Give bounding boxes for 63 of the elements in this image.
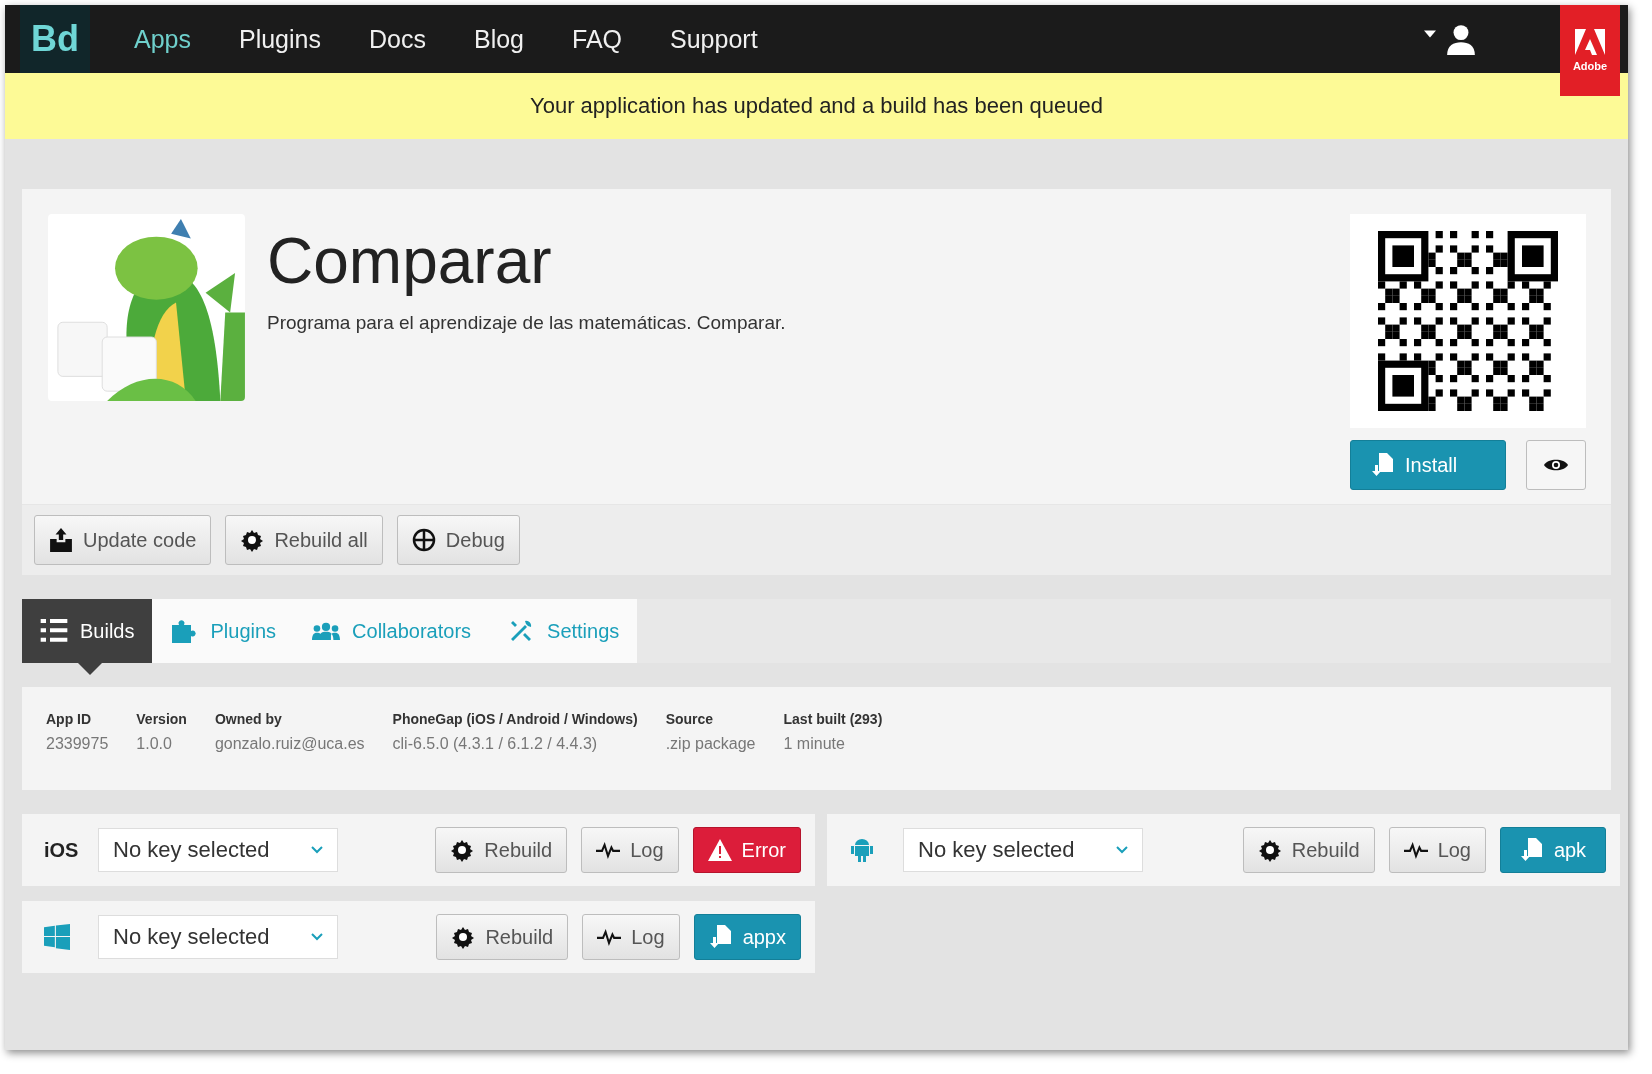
key-select[interactable]: No key selected <box>903 828 1143 872</box>
chevron-icon <box>311 933 323 941</box>
nav-link[interactable]: FAQ <box>548 24 646 54</box>
warning-icon <box>707 838 732 862</box>
info-label: Owned by <box>214 711 283 727</box>
caret-icon[interactable] <box>1424 30 1436 38</box>
file-download-icon <box>1371 453 1395 477</box>
status-button[interactable]: Error <box>692 827 801 873</box>
info-label: Source <box>665 711 715 727</box>
brand-icon <box>1574 29 1606 57</box>
key-select[interactable]: No key selected <box>98 915 338 959</box>
nav-link[interactable]: Docs <box>345 24 450 54</box>
platform-label: iOS <box>44 838 80 862</box>
android-icon <box>849 837 875 863</box>
brand-name: Adobe <box>1572 60 1608 72</box>
crosshair-icon <box>411 528 436 552</box>
info-value: 2339975 <box>46 735 109 753</box>
log-button[interactable]: Log <box>581 827 679 873</box>
gear-icon <box>451 925 476 949</box>
rebuild-button[interactable]: Rebuild <box>436 914 569 960</box>
banner-text: Your application has updated and a build has been queued <box>530 93 1103 119</box>
rebuild-button[interactable]: Rebuild <box>435 827 568 873</box>
nav-link[interactable]: Support <box>646 24 782 54</box>
gear-icon <box>1257 838 1282 862</box>
preview-button[interactable] <box>1526 440 1586 490</box>
puzzle-icon <box>170 619 199 643</box>
info-label: App ID <box>46 711 93 727</box>
rebuild-button[interactable]: Rebuild <box>1242 827 1375 873</box>
install-button[interactable]: Install <box>1350 440 1506 490</box>
app-description: Programa para el aprendizaje de las matemáticas. Comparar. <box>267 312 787 334</box>
chevron-icon <box>311 846 323 854</box>
list-icon <box>40 619 68 643</box>
windows-icon <box>44 924 70 950</box>
gear-icon <box>450 838 475 862</box>
status-button[interactable]: appx <box>693 914 801 960</box>
nav-link[interactable]: Plugins <box>215 24 345 54</box>
info-value: 1.0.0 <box>136 735 173 753</box>
info-value: 1 minute <box>783 735 846 753</box>
info-label: PhoneGap (iOS / Android / Windows) <box>392 711 638 727</box>
info-value: cli-6.5.0 (4.3.1 / 6.1.2 / 4.4.3) <box>392 735 599 753</box>
log-button[interactable]: Log <box>1388 827 1486 873</box>
action-button[interactable]: Update code <box>34 515 212 565</box>
adobe-badge[interactable]: Adobe <box>1560 5 1620 96</box>
user-icon[interactable] <box>1444 23 1478 55</box>
info-value: gonzalo.ruiz@uca.es <box>214 735 365 753</box>
info-label: Last built (293) <box>783 711 883 727</box>
file-download-icon <box>1519 838 1544 862</box>
info-value: .zip package <box>665 735 756 753</box>
upload-icon <box>49 528 73 552</box>
app-title: Comparar <box>267 224 553 298</box>
gear-icon <box>240 528 265 552</box>
action-button[interactable]: Rebuild all <box>225 515 383 565</box>
action-button[interactable]: Debug <box>396 515 520 565</box>
tab-pointer <box>78 663 102 675</box>
key-select[interactable]: No key selected <box>98 828 338 872</box>
status-button[interactable]: apk <box>1500 827 1606 873</box>
log-button[interactable]: Log <box>582 914 680 960</box>
logo[interactable]: Bd <box>20 5 90 73</box>
nav-link[interactable]: Blog <box>449 24 548 54</box>
nav-link[interactable]: Apps <box>110 24 215 54</box>
file-download-icon <box>708 925 733 949</box>
chevron-icon <box>1116 846 1128 854</box>
info-label: Version <box>136 711 187 727</box>
